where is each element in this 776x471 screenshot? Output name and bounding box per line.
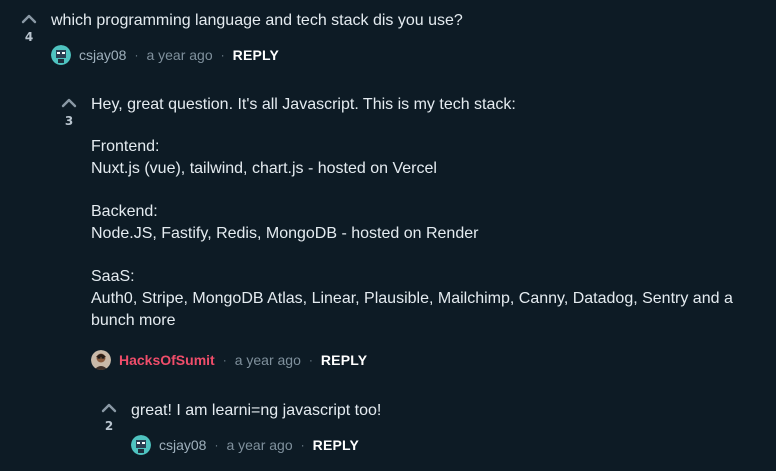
vote-count: 2 <box>104 419 114 433</box>
upvote-chevron-up-icon[interactable] <box>101 403 117 413</box>
comment-meta: csjay08 · a year ago · REPLY <box>131 435 359 455</box>
comment-csjay08-2: 2 great! I am learni=ng javascript too! … <box>0 0 776 471</box>
separator-dot: · <box>300 438 305 452</box>
separator-dot: · <box>214 438 219 452</box>
vote-control: 2 <box>97 403 121 433</box>
reply-button[interactable]: REPLY <box>313 437 359 453</box>
author-name[interactable]: csjay08 <box>159 437 206 453</box>
comment-thread: 4 which programming language and tech st… <box>0 0 776 471</box>
comment-body: great! I am learni=ng javascript too! <box>131 402 382 419</box>
timestamp[interactable]: a year ago <box>226 437 292 453</box>
avatar-icon[interactable] <box>131 435 151 455</box>
